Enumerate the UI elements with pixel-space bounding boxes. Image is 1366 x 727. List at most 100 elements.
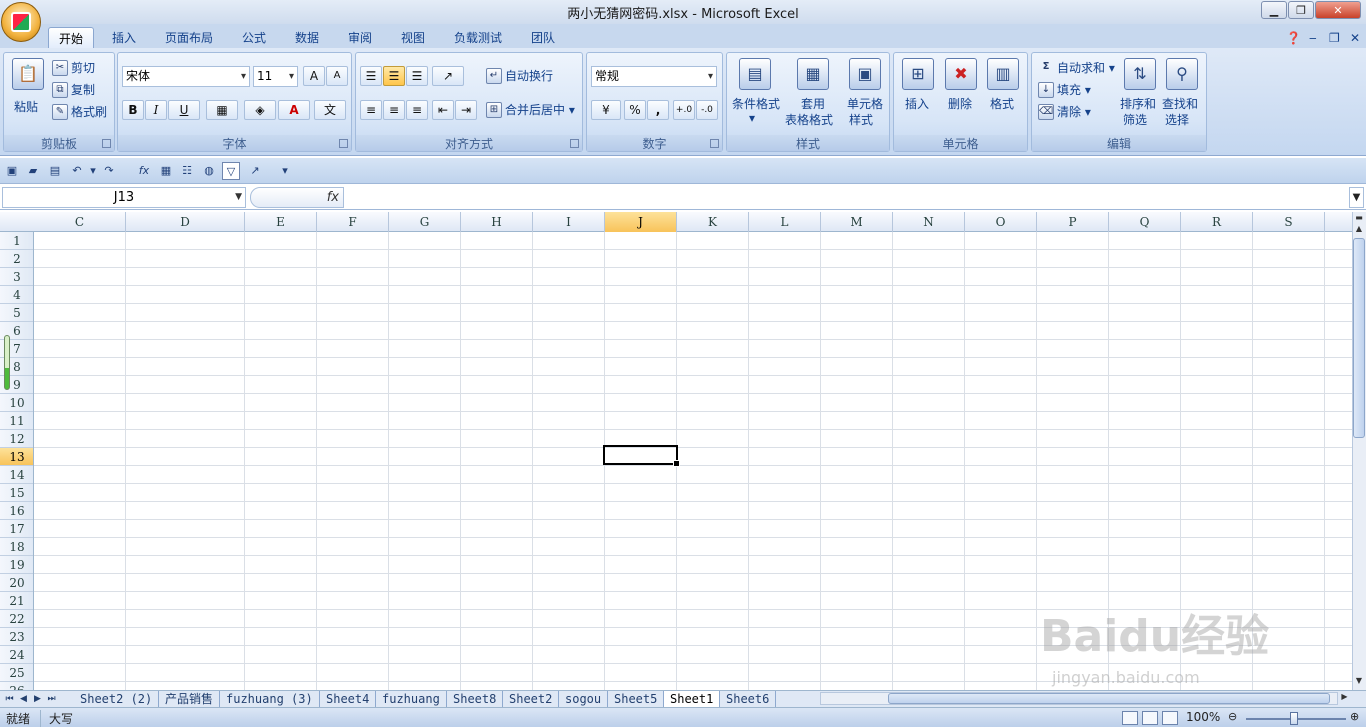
row-header-19[interactable]: 19 xyxy=(0,556,33,574)
row-header-3[interactable]: 3 xyxy=(0,268,33,286)
scroll-up-icon[interactable]: ▲ xyxy=(1353,224,1365,236)
alignment-launcher-icon[interactable] xyxy=(570,139,579,148)
sheet-tab[interactable]: Sheet4 xyxy=(320,691,377,707)
column-header-j[interactable]: J xyxy=(605,212,677,232)
align-right-button[interactable]: ≡ xyxy=(406,100,428,120)
sheet-tab[interactable]: fuzhuang (3) xyxy=(220,691,320,707)
column-header-s[interactable]: S xyxy=(1253,212,1325,232)
page-layout-view-icon[interactable] xyxy=(1142,711,1158,725)
column-header-o[interactable]: O xyxy=(965,212,1037,232)
clipboard-launcher-icon[interactable] xyxy=(102,139,111,148)
copy-button[interactable]: ⧉ 复制 xyxy=(52,81,95,98)
column-header-k[interactable]: K xyxy=(677,212,749,232)
format-cells-button[interactable]: 格式 xyxy=(990,95,1014,112)
prev-sheet-icon[interactable]: ◀ xyxy=(17,692,30,706)
zoom-in-icon[interactable]: ⊕ xyxy=(1350,710,1359,723)
next-sheet-icon[interactable]: ▶ xyxy=(31,692,44,706)
sheet-tab[interactable]: sogou xyxy=(559,691,609,707)
redo-icon[interactable]: ↷ xyxy=(100,162,118,180)
zoom-out-icon[interactable]: ⊖ xyxy=(1228,710,1237,723)
row-header-5[interactable]: 5 xyxy=(0,304,33,322)
row-header-16[interactable]: 16 xyxy=(0,502,33,520)
print-preview-icon[interactable]: ▤ xyxy=(46,162,64,180)
expand-formula-icon[interactable]: ▼ xyxy=(1349,187,1364,208)
tab-data[interactable]: 数据 xyxy=(291,27,323,48)
formula-input[interactable] xyxy=(346,187,1346,208)
bold-button[interactable]: B xyxy=(122,100,144,120)
row-header-23[interactable]: 23 xyxy=(0,628,33,646)
web-icon[interactable]: ◍ xyxy=(200,162,218,180)
row-header-26[interactable]: 26 xyxy=(0,682,33,690)
orientation-button[interactable]: ↗ xyxy=(432,66,464,86)
filter-icon[interactable]: ▽ xyxy=(222,162,240,180)
column-header-e[interactable]: E xyxy=(245,212,317,232)
find-select-button-line1[interactable]: 查找和 xyxy=(1162,95,1198,112)
minimize-button[interactable]: ▁ xyxy=(1261,1,1287,19)
fill-color-button[interactable]: ◈ xyxy=(244,100,276,120)
sheet-tab[interactable]: Sheet5 xyxy=(608,691,665,707)
fill-button[interactable]: ↓ 填充 ▾ xyxy=(1038,81,1091,98)
italic-button[interactable]: I xyxy=(145,100,167,120)
decrease-decimal-button[interactable]: -.0 xyxy=(696,100,718,120)
active-cell[interactable] xyxy=(603,445,680,467)
row-header-18[interactable]: 18 xyxy=(0,538,33,556)
insert-function-icon[interactable]: fx xyxy=(135,162,153,180)
autosum-button[interactable]: Σ 自动求和 ▾ xyxy=(1038,59,1115,76)
sort-filter-button-line1[interactable]: 排序和 xyxy=(1120,95,1156,112)
align-top-button[interactable]: ☰ xyxy=(360,66,382,86)
delete-cells-button[interactable]: 删除 xyxy=(948,95,972,112)
first-sheet-icon[interactable]: ⏮ xyxy=(3,692,16,706)
align-bottom-button[interactable]: ☰ xyxy=(406,66,428,86)
font-size-select[interactable]: 11 xyxy=(253,66,298,87)
row-header-14[interactable]: 14 xyxy=(0,466,33,484)
scroll-right-icon[interactable]: ▶ xyxy=(1338,692,1351,705)
decrease-indent-button[interactable]: ⇤ xyxy=(432,100,454,120)
close-button[interactable]: ✕ xyxy=(1315,1,1361,19)
tab-formulas[interactable]: 公式 xyxy=(238,27,270,48)
align-left-button[interactable]: ≡ xyxy=(360,100,382,120)
increase-decimal-button[interactable]: +.0 xyxy=(673,100,695,120)
column-header-r[interactable]: R xyxy=(1181,212,1253,232)
column-header-p[interactable]: P xyxy=(1037,212,1109,232)
maximize-button[interactable]: ❐ xyxy=(1288,1,1314,19)
ribbon-restore-icon[interactable]: ❐ xyxy=(1325,27,1344,48)
cell-style-button-line1[interactable]: 单元格 xyxy=(847,95,883,112)
font-name-select[interactable]: 宋体 xyxy=(122,66,250,87)
row-header-13[interactable]: 13 xyxy=(0,448,33,466)
phonetic-button[interactable]: 文 xyxy=(314,100,346,120)
row-header-15[interactable]: 15 xyxy=(0,484,33,502)
sheet-tab[interactable]: Sheet8 xyxy=(447,691,504,707)
row-header-12[interactable]: 12 xyxy=(0,430,33,448)
number-format-select[interactable]: 常规 xyxy=(591,66,717,87)
sort-filter-button-line2[interactable]: 筛选 xyxy=(1123,111,1147,128)
last-sheet-icon[interactable]: ⏭ xyxy=(45,692,58,706)
column-header-q[interactable]: Q xyxy=(1109,212,1181,232)
currency-button[interactable]: ¥ xyxy=(591,100,621,120)
column-header-f[interactable]: F xyxy=(317,212,389,232)
increase-indent-button[interactable]: ⇥ xyxy=(455,100,477,120)
ribbon-close-icon[interactable]: ✕ xyxy=(1346,27,1364,48)
cut-button[interactable]: ✂ 剪切 xyxy=(52,59,95,76)
sheet-tab[interactable]: Sheet2 xyxy=(503,691,560,707)
format-painter-button[interactable]: ✎ 格式刷 xyxy=(52,103,107,120)
tab-insert[interactable]: 插入 xyxy=(108,27,140,48)
name-box[interactable]: J13 xyxy=(2,187,246,208)
form-icon[interactable]: ☷ xyxy=(178,162,196,180)
row-header-4[interactable]: 4 xyxy=(0,286,33,304)
shrink-font-button[interactable]: A xyxy=(326,66,348,86)
border-button[interactable]: ▦ xyxy=(206,100,238,120)
insert-cells-button[interactable]: 插入 xyxy=(905,95,929,112)
tab-view[interactable]: 视图 xyxy=(397,27,429,48)
table-format-button-line2[interactable]: 表格格式 xyxy=(785,111,833,128)
find-select-button-line2[interactable]: 选择 xyxy=(1165,111,1189,128)
row-header-17[interactable]: 17 xyxy=(0,520,33,538)
help-icon[interactable]: ❓ xyxy=(1282,27,1305,48)
merge-center-button[interactable]: ⊞ 合并后居中 ▾ xyxy=(486,101,575,118)
row-header-11[interactable]: 11 xyxy=(0,412,33,430)
number-launcher-icon[interactable] xyxy=(710,139,719,148)
font-color-button[interactable]: A xyxy=(278,100,310,120)
tab-team[interactable]: 团队 xyxy=(527,27,559,48)
save-icon[interactable]: ▣ xyxy=(3,162,21,180)
tab-page-layout[interactable]: 页面布局 xyxy=(161,27,217,48)
vertical-scroll-thumb[interactable] xyxy=(1353,238,1365,438)
